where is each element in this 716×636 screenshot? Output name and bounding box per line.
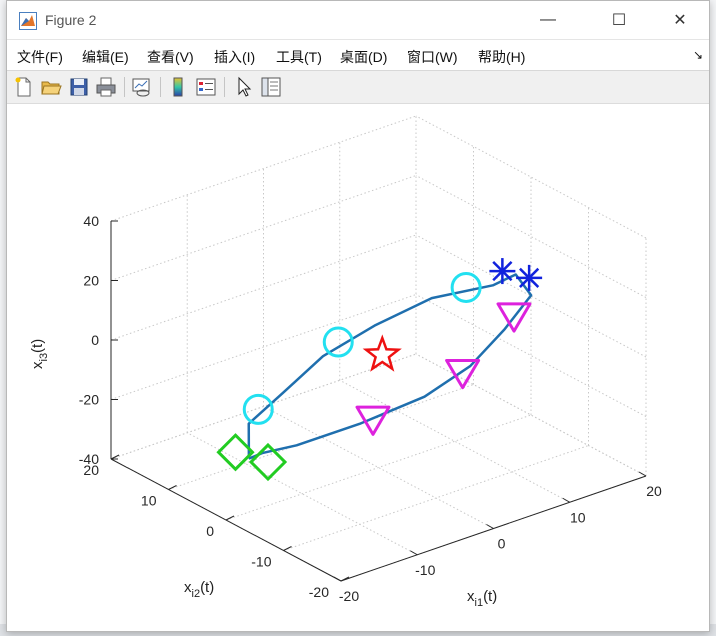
menu-tools[interactable]: 工具(T) xyxy=(276,47,322,67)
new-figure-icon[interactable] xyxy=(13,76,35,98)
y-tick xyxy=(283,546,292,551)
x-tick xyxy=(410,550,418,556)
menu-insert[interactable]: 插入(I) xyxy=(214,47,255,67)
x-tick-label: 10 xyxy=(570,509,586,525)
close-icon: ✕ xyxy=(673,12,687,29)
grid-line xyxy=(225,414,532,521)
x-tick-label: 20 xyxy=(646,483,662,499)
x-tick xyxy=(486,524,494,529)
menu-desktop[interactable]: 桌面(D) xyxy=(340,47,387,67)
y-tick xyxy=(225,515,235,521)
print-icon[interactable] xyxy=(95,76,117,98)
figure-window: Figure 2 — ☐ ✕ 文件(F) 编辑(E) 查看(V) 插入(I) 工… xyxy=(6,0,710,632)
y-tick xyxy=(110,454,120,460)
x-tick-label: -10 xyxy=(415,562,435,578)
circle-marker xyxy=(450,271,482,303)
open-file-icon[interactable] xyxy=(40,76,62,98)
circle-marker xyxy=(242,393,274,425)
x-tick xyxy=(333,576,342,582)
menu-window[interactable]: 窗口(W) xyxy=(407,47,458,67)
grid-line xyxy=(283,445,589,551)
menu-help[interactable]: 帮助(H) xyxy=(478,47,525,67)
menu-edit[interactable]: 编辑(E) xyxy=(82,47,129,67)
asterisk-marker xyxy=(489,258,516,285)
toolbar-separator xyxy=(224,77,225,97)
y-tick-label: -20 xyxy=(309,584,329,600)
colorbar-icon[interactable] xyxy=(167,76,189,98)
matlab-logo-icon xyxy=(19,12,37,30)
link-plot-icon[interactable] xyxy=(131,76,153,98)
menu-bar: 文件(F) 编辑(E) 查看(V) 插入(I) 工具(T) 桌面(D) 窗口(W… xyxy=(7,40,709,71)
dock-arrow-icon[interactable]: ↘ xyxy=(693,48,703,62)
menu-view[interactable]: 查看(V) xyxy=(147,47,194,67)
x-tick-label: 0 xyxy=(498,536,506,552)
asterisk-marker xyxy=(516,264,543,291)
y-tick-label: 0 xyxy=(206,523,214,539)
grid-line xyxy=(339,379,570,503)
grid-line xyxy=(110,234,417,341)
chart-3d[interactable]: -20-1001020-20-1001020-40-2002040 xi1(t)… xyxy=(7,104,709,631)
chart-markers xyxy=(216,258,543,482)
star-marker xyxy=(362,334,402,372)
menu-file[interactable]: 文件(F) xyxy=(17,47,63,67)
x-axis-label: xi1(t) xyxy=(467,588,497,609)
legend-icon[interactable] xyxy=(195,76,217,98)
z-tick-label: -20 xyxy=(79,392,99,408)
grid-line xyxy=(110,175,417,281)
z-tick-label: -40 xyxy=(79,451,99,467)
x-tick xyxy=(562,497,570,503)
minimize-button[interactable]: — xyxy=(525,1,571,39)
toolbar-separator xyxy=(160,77,161,97)
maximize-button[interactable]: ☐ xyxy=(596,1,642,39)
toolbar-separator xyxy=(124,77,125,97)
z-tick-label: 20 xyxy=(83,273,99,289)
minimize-icon: — xyxy=(540,11,556,28)
z-axis-label: xi3(t) xyxy=(29,339,50,369)
y-tick-label: -10 xyxy=(251,554,271,570)
pointer-icon[interactable] xyxy=(233,76,255,98)
save-icon[interactable] xyxy=(68,76,90,98)
plot-area[interactable]: -20 -10 0 10 20 -20 -10 0 10 20 -40 -20 0 20 40 xi1(t)… xyxy=(7,104,709,631)
y-tick-label: 10 xyxy=(141,493,157,509)
triangle-marker xyxy=(355,405,391,436)
title-bar[interactable]: Figure 2 — ☐ ✕ xyxy=(7,1,709,40)
z-tick-label: 0 xyxy=(91,332,99,348)
figure-toolbar xyxy=(7,71,709,104)
z-tick-label: 40 xyxy=(83,213,99,229)
property-inspector-icon[interactable] xyxy=(260,76,282,98)
x-tick-label: -20 xyxy=(339,588,359,604)
y-tick xyxy=(168,485,177,490)
window-title: Figure 2 xyxy=(45,12,97,28)
maximize-icon: ☐ xyxy=(611,12,627,29)
x-tick xyxy=(638,471,647,477)
close-button[interactable]: ✕ xyxy=(657,1,703,39)
y-axis-label: xi2(t) xyxy=(184,579,214,600)
